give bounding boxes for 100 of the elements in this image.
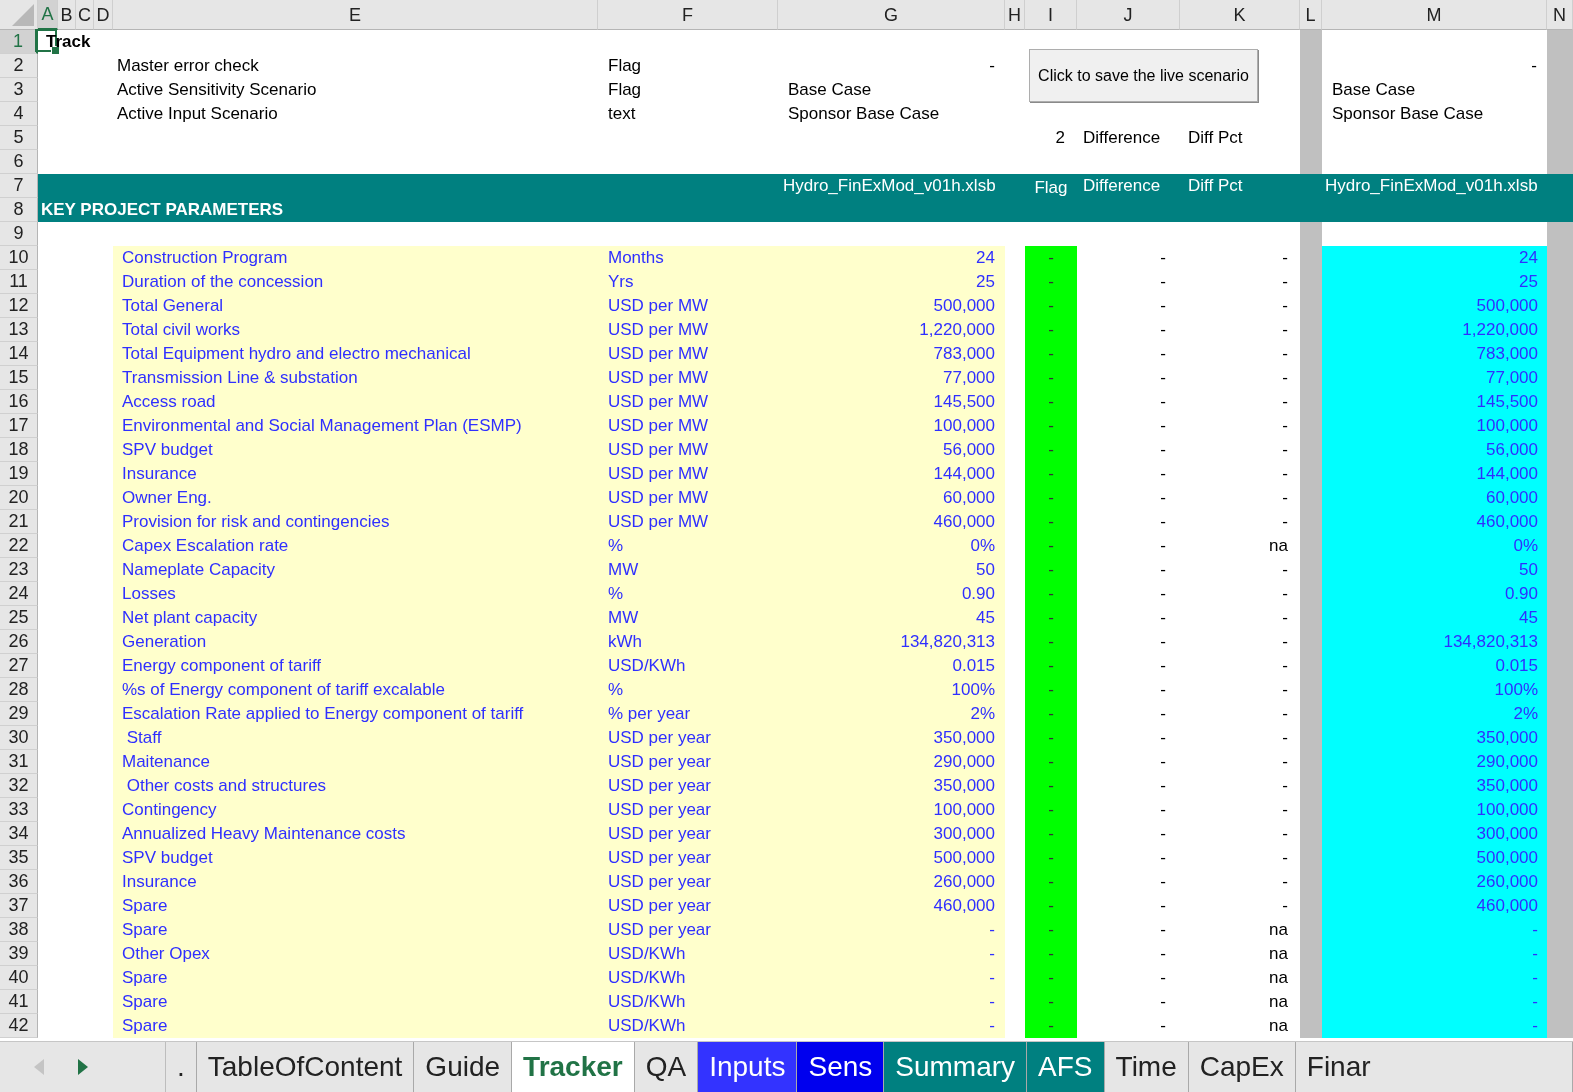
row-header[interactable]: 4 [0,102,38,126]
row-header[interactable]: 3 [0,78,38,102]
column-header[interactable]: B [58,0,76,30]
row-header[interactable]: 20 [0,486,38,510]
row-header[interactable]: 23 [0,558,38,582]
table-cell: Nameplate Capacity [113,558,598,582]
row-header[interactable]: 15 [0,366,38,390]
row-header[interactable]: 40 [0,966,38,990]
table-cell: 260,000 [1322,870,1547,894]
row-header[interactable]: 10 [0,246,38,270]
table-cell: USD per MW [598,438,778,462]
row-header[interactable]: 11 [0,270,38,294]
row-header[interactable]: 38 [0,918,38,942]
row-header[interactable]: 27 [0,654,38,678]
row-header[interactable]: 21 [0,510,38,534]
flag-cell: - [1025,726,1077,750]
table-cell: 50 [1322,558,1547,582]
table-cell: 290,000 [778,750,1005,774]
row-header[interactable]: 9 [0,222,38,246]
row-header[interactable]: 18 [0,438,38,462]
sheet-tab[interactable]: AFS [1027,1042,1105,1092]
row-header[interactable]: 34 [0,822,38,846]
table-cell: Maitenance [113,750,598,774]
table-cell-text: - [1281,607,1289,629]
column-header[interactable]: G [778,0,1005,30]
column-header[interactable]: A [38,0,58,30]
row-header[interactable]: 35 [0,846,38,870]
row-header[interactable]: 2 [0,54,38,78]
column-header[interactable]: N [1547,0,1573,30]
column-header[interactable]: E [113,0,598,30]
table-cell: MW [598,606,778,630]
table-cell-text: - [1159,367,1167,389]
table-cell: USD per MW [598,414,778,438]
row-header[interactable]: 25 [0,606,38,630]
sheet-tab[interactable]: Inputs [698,1042,798,1092]
row-header[interactable]: 36 [0,870,38,894]
row-header[interactable]: 42 [0,1014,38,1038]
table-cell-text: - [1159,703,1167,725]
column-header[interactable]: M [1322,0,1547,30]
table-cell: 783,000 [1322,342,1547,366]
flag-cell: - [1025,606,1077,630]
column-header[interactable]: L [1300,0,1322,30]
table-cell: 300,000 [1322,822,1547,846]
row-header[interactable]: 29 [0,702,38,726]
table-cell-text: - [1281,559,1289,581]
table-cell: 100% [1322,678,1547,702]
column-header[interactable]: C [76,0,94,30]
row-header[interactable]: 14 [0,342,38,366]
row-header[interactable]: 7 [0,174,38,198]
table-cell-text: - [1159,535,1167,557]
row-header[interactable]: 12 [0,294,38,318]
table-cell: 60,000 [778,486,1005,510]
row-header[interactable]: 26 [0,630,38,654]
column-header[interactable]: K [1180,0,1300,30]
sheet-tab[interactable]: Sens [797,1042,885,1092]
table-cell-text: - [1281,319,1289,341]
row-header[interactable]: 13 [0,318,38,342]
row-header[interactable]: 37 [0,894,38,918]
column-header[interactable]: F [598,0,778,30]
table-cell-text: - [1281,439,1289,461]
row-header[interactable]: 17 [0,414,38,438]
sheet-tab[interactable]: Tracker [512,1042,635,1092]
table-cell: 134,820,313 [778,630,1005,654]
row-header[interactable]: 5 [0,126,38,150]
row-header[interactable]: 8 [0,198,38,222]
row-header[interactable]: 1 [0,30,38,54]
table-cell-text: - [1281,727,1289,749]
row-header[interactable]: 32 [0,774,38,798]
table-cell: % [598,582,778,606]
table-cell-text: - [1159,943,1167,965]
row-header[interactable]: 22 [0,534,38,558]
column-header[interactable]: J [1077,0,1180,30]
table-cell: 350,000 [1322,774,1547,798]
row-header[interactable]: 33 [0,798,38,822]
row-header[interactable]: 6 [0,150,38,174]
sheet-tab[interactable]: Summary [884,1042,1028,1092]
row-header[interactable]: 31 [0,750,38,774]
row-header[interactable]: 24 [0,582,38,606]
column-header[interactable]: D [94,0,113,30]
table-cell-text: - [1530,55,1538,77]
column-header[interactable]: I [1025,0,1077,30]
table-cell-text: - [1159,895,1167,917]
column-label: Diff Pct [1187,175,1244,197]
table-cell: 460,000 [1322,510,1547,534]
table-cell: 783,000 [778,342,1005,366]
row-header[interactable]: 19 [0,462,38,486]
table-cell-text: - [1281,631,1289,653]
save-scenario-button[interactable]: Click to save the live scenario [1029,49,1258,102]
flag-cell: - [1025,414,1077,438]
table-cell: 50 [778,558,1005,582]
column-header[interactable]: H [1005,0,1025,30]
column-label: Diff Pct [1187,127,1244,149]
row-header[interactable]: 39 [0,942,38,966]
row-header[interactable]: 30 [0,726,38,750]
row-header[interactable]: 41 [0,990,38,1014]
table-cell: - [778,918,1005,942]
flag-cell: - [1025,558,1077,582]
row-header[interactable]: 16 [0,390,38,414]
row-header[interactable]: 28 [0,678,38,702]
table-cell: 144,000 [778,462,1005,486]
